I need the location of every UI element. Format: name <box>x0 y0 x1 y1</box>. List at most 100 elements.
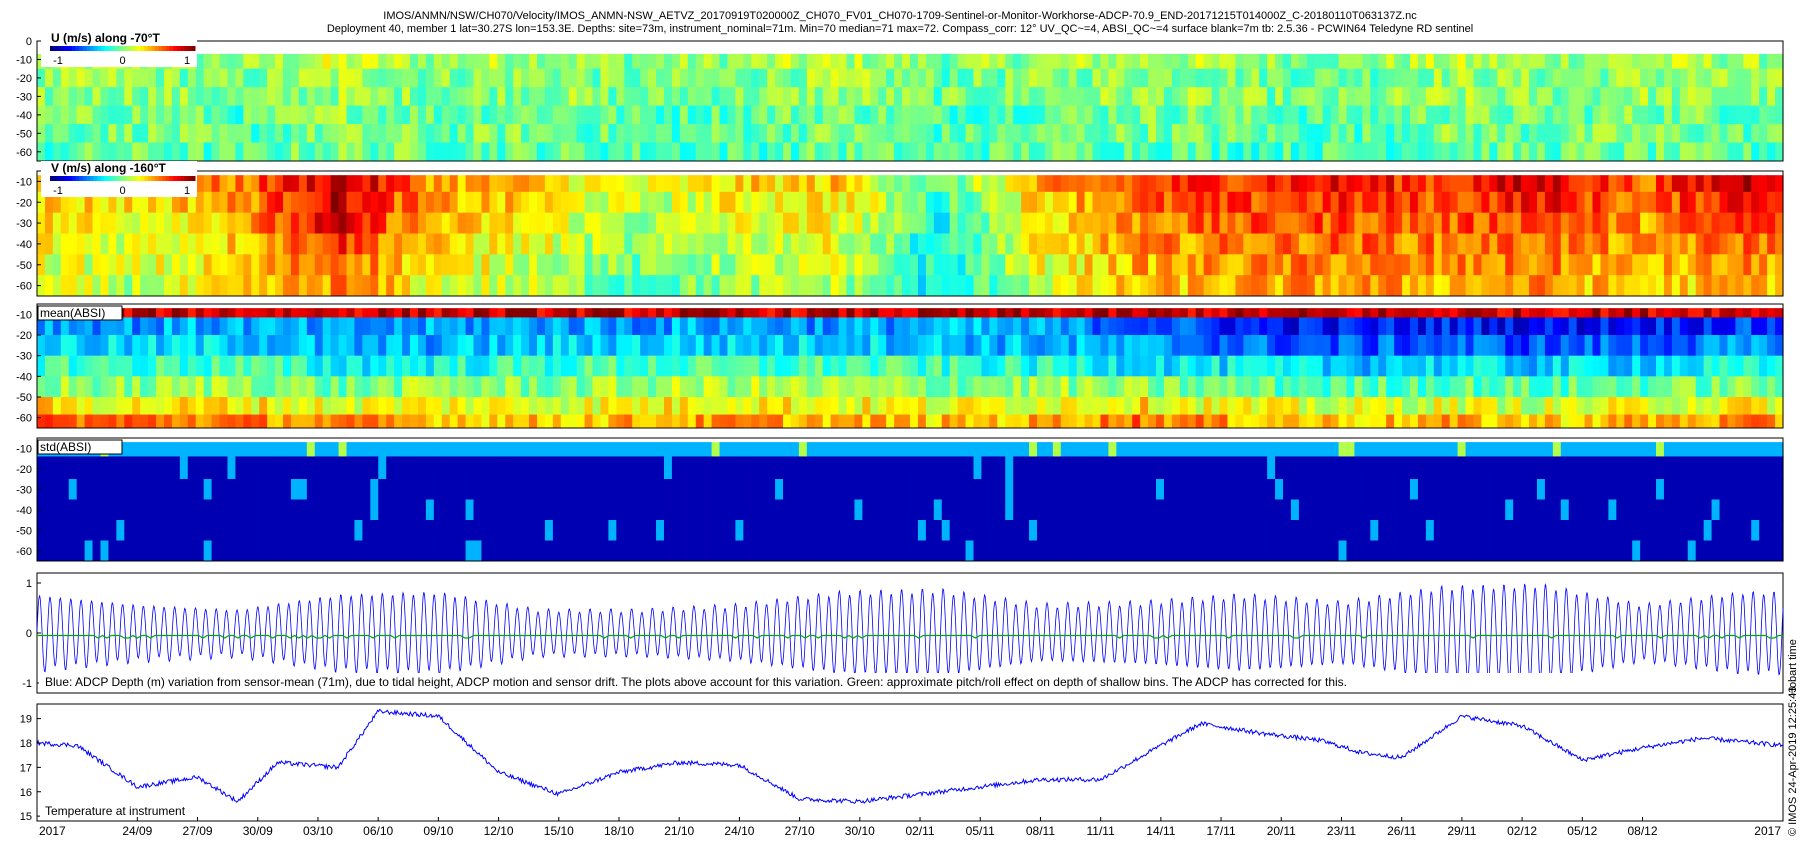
heatmap-cell <box>513 105 522 125</box>
heatmap-cell <box>1719 191 1729 214</box>
heatmap-cell <box>187 105 197 125</box>
heatmap-cell <box>521 254 530 276</box>
heatmap-cell <box>1195 479 1205 500</box>
heatmap-cell <box>814 456 824 480</box>
heatmap-cell <box>949 175 959 193</box>
heatmap-cell <box>1251 317 1260 336</box>
colorbar-swatch <box>122 176 127 181</box>
heatmap-cell <box>1679 124 1689 144</box>
heatmap-cell <box>76 68 86 88</box>
heatmap-cell <box>743 142 752 162</box>
heatmap-cell <box>870 87 879 107</box>
heatmap-cell <box>1314 308 1324 318</box>
heatmap-cell <box>1409 355 1419 377</box>
heatmap-cell <box>846 376 856 398</box>
heatmap-cell <box>163 376 173 398</box>
heatmap-cell <box>711 479 721 500</box>
heatmap-cell <box>1267 212 1276 234</box>
heatmap-cell <box>838 233 848 255</box>
heatmap-cell <box>1648 317 1657 336</box>
heatmap-cell <box>354 53 363 70</box>
heatmap-cell <box>1203 376 1213 398</box>
heatmap-cell <box>1402 142 1411 162</box>
colorbar-swatch <box>75 46 80 51</box>
heatmap-cell <box>933 142 943 162</box>
heatmap-cell <box>687 191 697 214</box>
heatmap-cell <box>735 68 744 88</box>
heatmap-cell <box>600 254 610 276</box>
heatmap-cell <box>751 397 760 416</box>
heatmap-cell <box>1767 142 1776 162</box>
heatmap-cell <box>187 87 197 107</box>
heatmap-cell <box>656 191 665 214</box>
heatmap-cell <box>1481 142 1490 162</box>
heatmap-cell <box>1362 105 1371 125</box>
heatmap-cell <box>775 212 784 234</box>
heatmap-cell <box>306 212 316 234</box>
heatmap-cell <box>1536 124 1546 144</box>
heatmap-cell <box>544 142 554 162</box>
heatmap-cell <box>1560 376 1570 398</box>
heatmap-cell <box>1735 212 1744 234</box>
heatmap-cell <box>560 175 570 193</box>
heatmap-cell <box>314 275 324 297</box>
heatmap-cell <box>132 376 141 398</box>
heatmap-cell <box>148 68 157 88</box>
heatmap-cell <box>1497 105 1506 125</box>
heatmap-cell <box>330 397 340 416</box>
heatmap-cell <box>1552 376 1562 398</box>
heatmap-cell <box>1005 479 1014 500</box>
heatmap-cell <box>656 317 665 336</box>
heatmap-cell <box>1275 275 1284 297</box>
heatmap-cell <box>1100 191 1110 214</box>
heatmap-cell <box>219 212 229 234</box>
heatmap-cell <box>957 308 967 318</box>
heatmap-cell <box>449 317 459 336</box>
heatmap-cell <box>1505 124 1514 144</box>
heatmap-cell <box>1409 142 1419 162</box>
heatmap-cell <box>1449 308 1459 318</box>
heatmap-cell <box>1235 233 1244 255</box>
heatmap-cell <box>1656 355 1665 377</box>
heatmap-cell <box>306 376 316 398</box>
heatmap-cell <box>1767 212 1776 234</box>
heatmap-cell <box>838 355 848 377</box>
heatmap-cell <box>425 233 435 255</box>
heatmap-cell <box>1195 87 1205 107</box>
heatmap-cell <box>505 335 514 357</box>
heatmap-cell <box>1433 68 1443 88</box>
heatmap-cell <box>1354 233 1363 255</box>
heatmap-cell <box>1592 308 1602 318</box>
heatmap-cell <box>1751 212 1760 234</box>
heatmap-cell <box>878 317 887 336</box>
heatmap-cell <box>576 376 586 398</box>
heatmap-cell <box>140 335 149 357</box>
heatmap-cell <box>854 275 863 297</box>
heatmap-cell <box>92 142 102 162</box>
heatmap-cell <box>1060 414 1070 429</box>
heatmap-cell <box>275 335 284 357</box>
heatmap-cell <box>870 275 879 297</box>
heatmap-cell <box>1402 414 1411 429</box>
heatmap-cell <box>1552 335 1562 357</box>
heatmap-cell <box>489 275 498 297</box>
heatmap-cell <box>1624 87 1633 107</box>
heatmap-cell <box>1052 335 1062 357</box>
heatmap-cell <box>330 212 340 234</box>
heatmap-cell <box>1719 53 1729 70</box>
heatmap-cell <box>1148 191 1157 214</box>
heatmap-cell <box>997 308 1006 318</box>
heatmap-cell <box>679 308 689 318</box>
heatmap-cell <box>1608 233 1617 255</box>
heatmap-cell <box>60 124 70 144</box>
heatmap-cell <box>1330 87 1340 107</box>
heatmap-cell <box>1084 142 1094 162</box>
heatmap-cell <box>1029 68 1038 88</box>
heatmap-cell <box>1703 355 1713 377</box>
heatmap-cell <box>116 105 125 125</box>
heatmap-cell <box>251 376 260 398</box>
heatmap-cell <box>862 142 871 162</box>
heatmap-cell <box>171 212 181 234</box>
heatmap-cell <box>290 308 300 318</box>
heatmap-cell <box>1378 414 1387 429</box>
